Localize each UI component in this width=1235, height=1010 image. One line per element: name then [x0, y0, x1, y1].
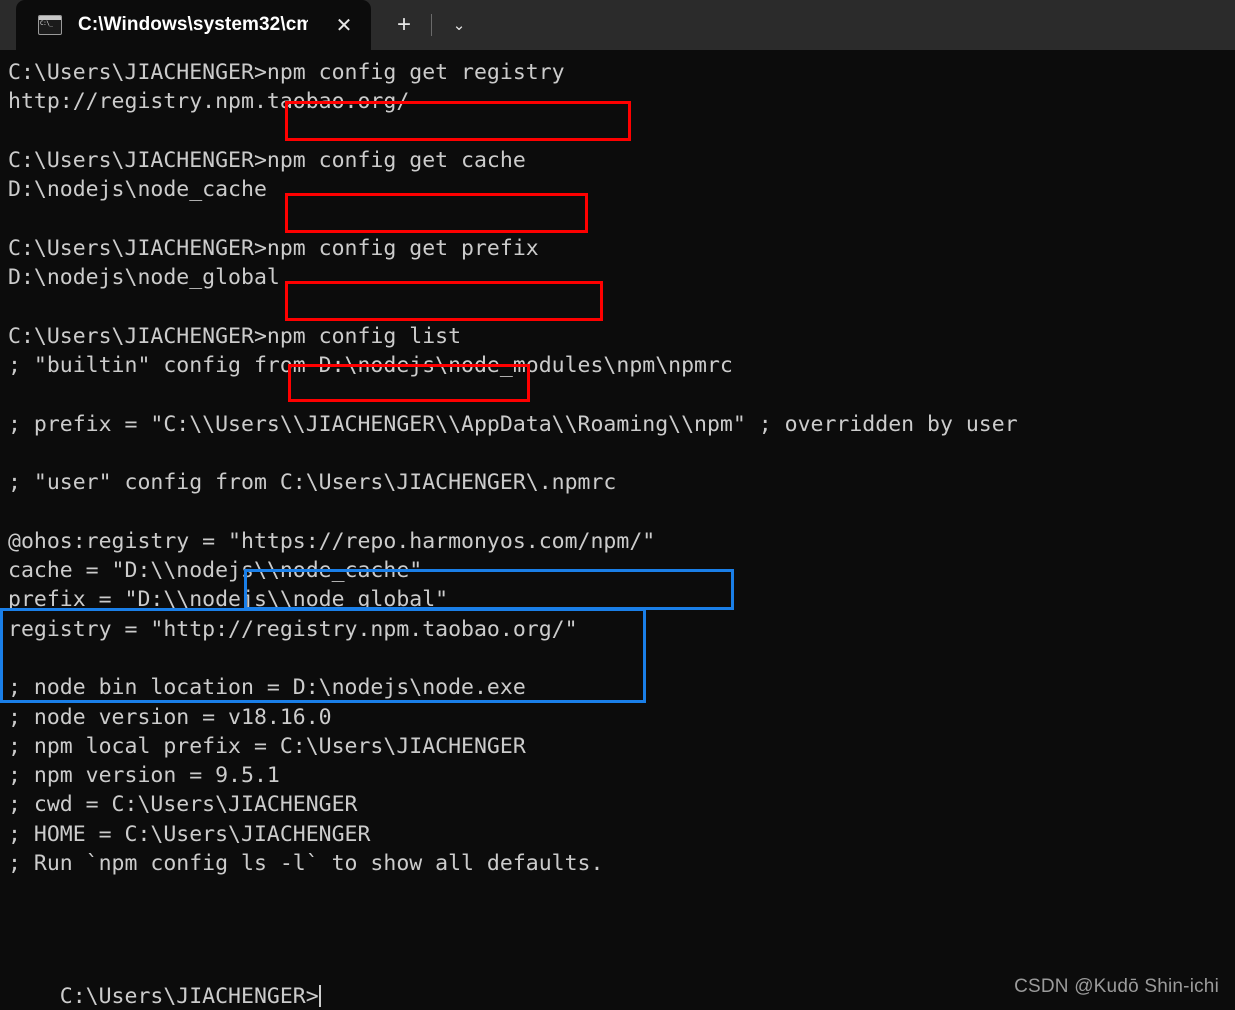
terminal-line: C:\Users\JIACHENGER>npm config list [8, 323, 462, 349]
terminal-line: ; npm local prefix = C:\Users\JIACHENGER [8, 733, 526, 759]
terminal-line: prefix = "D:\\nodejs\\node_global" [8, 587, 449, 613]
terminal-output-area[interactable]: C:\Users\JIACHENGER>npm config get regis… [0, 50, 1235, 1010]
terminal-line: ; "user" config from C:\Users\JIACHENGER… [8, 470, 617, 496]
terminal-line: C:\Users\JIACHENGER>npm config get cache [8, 147, 526, 173]
terminal-prompt-line: C:\Users\JIACHENGER> [8, 953, 321, 1010]
terminal-line: D:\nodejs\node_cache [8, 177, 267, 203]
cmd-console-icon [38, 15, 62, 35]
terminal-line: ; cwd = C:\Users\JIACHENGER [8, 792, 358, 818]
text-caret [318, 985, 321, 1008]
terminal-line: D:\nodejs\node_global [8, 265, 280, 291]
new-tab-icon[interactable]: + [385, 6, 423, 44]
terminal-line: ; prefix = "C:\\Users\\JIACHENGER\\AppDa… [8, 411, 1018, 437]
terminal-line: cache = "D:\\nodejs\\node_cache" [8, 558, 423, 584]
terminal-line: http://registry.npm.taobao.org/ [8, 89, 410, 115]
terminal-tab-active[interactable]: C:\Windows\system32\cmd.e ✕ [16, 0, 371, 50]
terminal-line: C:\Users\JIACHENGER>npm config get regis… [8, 60, 565, 85]
terminal-line: ; npm version = 9.5.1 [8, 763, 280, 789]
tab-title: C:\Windows\system32\cmd.e [78, 14, 308, 35]
terminal-line: registry = "http://registry.npm.taobao.o… [8, 616, 578, 642]
terminal-line: ; node bin location = D:\nodejs\node.exe [8, 675, 526, 701]
terminal-line: ; "builtin" config from D:\nodejs\node_m… [8, 352, 733, 378]
terminal-text-lines: C:\Users\JIACHENGER>npm config get regis… [8, 58, 1235, 937]
terminal-line: @ohos:registry = "https://repo.harmonyos… [8, 528, 656, 554]
terminal-line: ; Run `npm config ls -l` to show all def… [8, 851, 604, 877]
chevron-down-icon[interactable]: ⌄ [440, 6, 478, 44]
close-icon[interactable]: ✕ [327, 8, 361, 42]
terminal-line: ; node version = v18.16.0 [8, 704, 332, 730]
window-tab-bar: C:\Windows\system32\cmd.e ✕ + ⌄ [0, 0, 1235, 50]
terminal-line: C:\Users\JIACHENGER>npm config get prefi… [8, 235, 539, 261]
prompt-text: C:\Users\JIACHENGER> [59, 984, 319, 1010]
toolbar-divider [431, 14, 432, 36]
tabbar-actions: + ⌄ [371, 0, 478, 50]
terminal-line: ; HOME = C:\Users\JIACHENGER [8, 821, 371, 847]
watermark-text: CSDN @Kudō Shin-ichi [1014, 976, 1219, 997]
